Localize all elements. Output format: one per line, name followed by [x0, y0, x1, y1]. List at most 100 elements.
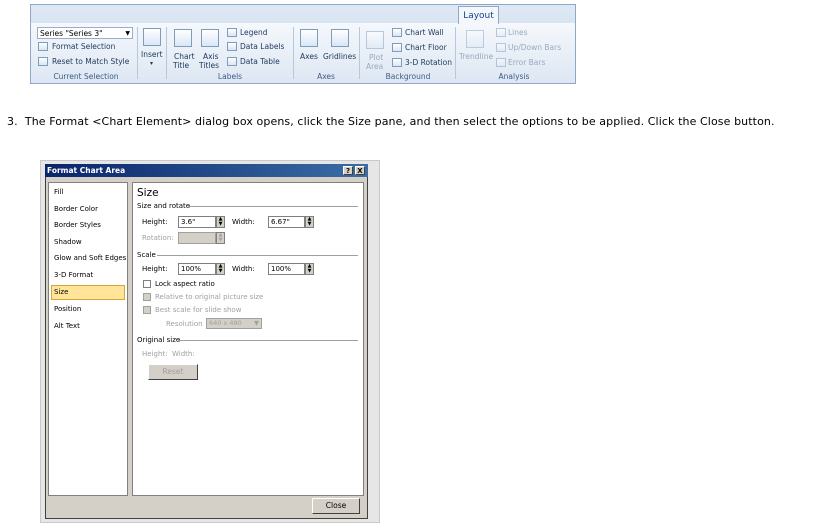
category-position[interactable]: Position — [54, 305, 81, 313]
chart-floor-icon — [392, 43, 402, 52]
axis-titles-button[interactable]: Axis — [203, 52, 219, 61]
plot-area-button[interactable]: Plot — [369, 53, 383, 62]
instruction-step: 3. The Format <Chart Element> dialog box… — [7, 115, 775, 128]
trendline-button[interactable]: Trendline — [459, 52, 493, 61]
category-list — [48, 182, 128, 496]
category-border-styles[interactable]: Border Styles — [54, 221, 101, 229]
format-selection-icon — [38, 42, 48, 51]
scale-height-spinner[interactable]: ▲ ▼ — [216, 263, 225, 275]
insert-button[interactable]: Insert — [141, 50, 163, 59]
reset-button[interactable]: Reset — [148, 364, 198, 380]
chart-wall-icon — [392, 28, 402, 37]
scale-height-label: Height: — [142, 265, 168, 273]
pane-title: Size — [137, 187, 159, 199]
close-icon[interactable]: X — [355, 166, 365, 175]
scale-width-input[interactable]: 100% — [268, 263, 305, 275]
group-separator — [293, 27, 294, 79]
category-alt-text[interactable]: Alt Text — [54, 322, 80, 330]
scale-height-input[interactable]: 100% — [178, 263, 216, 275]
chart-elements-combo[interactable]: Series "Series 3" ▼ — [37, 27, 133, 39]
axis-titles-label-2: Titles — [199, 61, 219, 70]
group-separator — [455, 27, 456, 79]
height-input[interactable]: 3.6" — [178, 216, 216, 228]
data-labels-button[interactable]: Data Labels — [240, 42, 284, 51]
group-background: Background — [385, 72, 431, 81]
data-table-icon — [227, 57, 237, 66]
rotation-label: Rotation: — [142, 234, 174, 242]
chart-title-label-2: Title — [173, 61, 190, 70]
category-3d-format[interactable]: 3-D Format — [54, 271, 93, 279]
height-spinner[interactable]: ▲ ▼ — [216, 216, 225, 228]
format-selection-button[interactable]: Format Selection — [52, 42, 115, 51]
section-size-rotate: Size and rotate — [137, 202, 191, 210]
tab-layout[interactable]: Layout — [458, 6, 499, 24]
up-down-bars-icon — [496, 43, 506, 52]
chart-floor-button[interactable]: Chart Floor — [405, 43, 447, 52]
width-spinner[interactable]: ▲ ▼ — [305, 216, 314, 228]
category-glow[interactable]: Glow and Soft Edges — [54, 254, 126, 262]
rotation-spinner[interactable]: ▲ ▼ — [216, 232, 225, 244]
category-fill[interactable]: Fill — [54, 188, 63, 196]
legend-button[interactable]: Legend — [240, 28, 268, 37]
chart-wall-button[interactable]: Chart Wall — [405, 28, 444, 37]
chevron-down-icon: ▼ — [125, 30, 130, 37]
lock-aspect-label: Lock aspect ratio — [155, 280, 215, 288]
data-labels-icon — [227, 42, 237, 51]
close-button[interactable]: Close — [312, 498, 360, 514]
best-scale-label: Best scale for slide show — [155, 306, 242, 314]
step-text: The Format <Chart Element> dialog box op… — [24, 115, 775, 128]
best-scale-checkbox[interactable] — [143, 306, 151, 314]
chart-title-icon — [174, 29, 192, 47]
original-height-label: Height: — [142, 350, 168, 358]
rotation-input[interactable] — [178, 232, 216, 244]
chevron-down-icon: ▼ — [254, 319, 259, 327]
section-divider — [178, 340, 358, 341]
relative-original-checkbox[interactable] — [143, 293, 151, 301]
dialog-title: Format Chart Area — [47, 166, 126, 175]
gridlines-button[interactable]: Gridlines — [323, 52, 356, 61]
group-labels: Labels — [217, 72, 243, 81]
scale-width-label: Width: — [232, 265, 255, 273]
scale-width-spinner[interactable]: ▲ ▼ — [305, 263, 314, 275]
plot-area-label-2: Area — [366, 62, 384, 71]
axes-icon — [300, 29, 318, 47]
insert-icon — [143, 28, 161, 46]
section-scale: Scale — [137, 251, 156, 259]
resolution-select[interactable]: 640 x 480 ▼ — [206, 318, 262, 329]
chart-elements-value: Series "Series 3" — [40, 29, 103, 38]
group-axes: Axes — [317, 72, 335, 81]
up-down-bars-button[interactable]: Up/Down Bars — [508, 43, 561, 52]
resolution-value: 640 x 480 — [209, 319, 242, 327]
trendline-icon — [466, 30, 484, 48]
group-current-selection: Current Selection — [53, 72, 119, 81]
lines-button[interactable]: Lines — [508, 28, 528, 37]
chart-title-button[interactable]: Chart — [174, 52, 195, 61]
height-label: Height: — [142, 218, 168, 226]
reset-to-match-style-button[interactable]: Reset to Match Style — [52, 57, 129, 66]
help-button[interactable]: ? — [343, 166, 353, 175]
category-size[interactable]: Size — [54, 288, 68, 296]
section-divider — [157, 255, 358, 256]
width-input[interactable]: 6.67" — [268, 216, 305, 228]
section-divider — [188, 206, 358, 207]
original-width-label: Width: — [172, 350, 195, 358]
plot-area-icon — [366, 31, 384, 49]
3d-rotation-button[interactable]: 3-D Rotation — [405, 58, 452, 67]
resolution-label: Resolution — [166, 320, 203, 328]
gridlines-icon — [331, 29, 349, 47]
chevron-down-icon: ▾ — [150, 60, 154, 67]
category-border-color[interactable]: Border Color — [54, 205, 98, 213]
rotation-icon — [392, 58, 402, 67]
axis-titles-icon — [201, 29, 219, 47]
category-shadow[interactable]: Shadow — [54, 238, 82, 246]
error-bars-button[interactable]: Error Bars — [508, 58, 545, 67]
legend-icon — [227, 28, 237, 37]
lock-aspect-checkbox[interactable] — [143, 280, 151, 288]
dialog-titlebar: Format Chart Area — [45, 164, 368, 177]
reset-style-icon — [38, 57, 48, 66]
group-separator — [166, 27, 167, 79]
group-analysis: Analysis — [498, 72, 530, 81]
data-table-button[interactable]: Data Table — [240, 57, 280, 66]
width-label: Width: — [232, 218, 255, 226]
axes-button[interactable]: Axes — [300, 52, 318, 61]
